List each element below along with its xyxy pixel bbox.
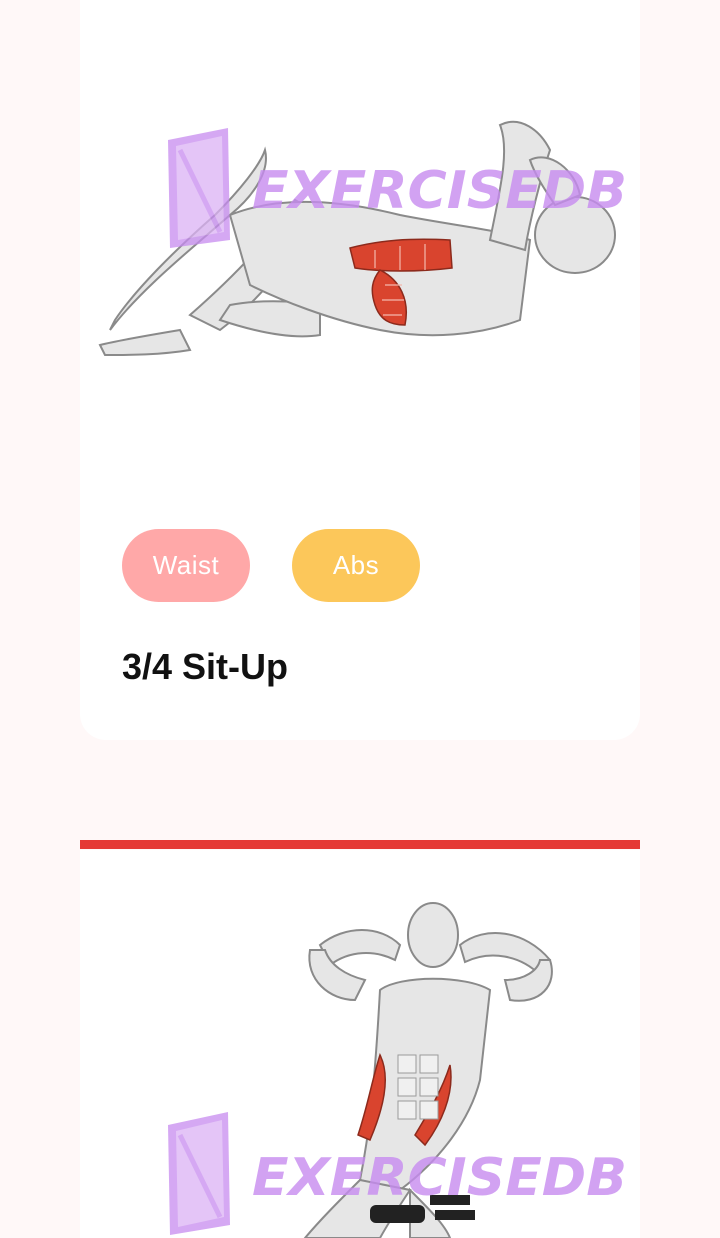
divider — [80, 840, 640, 849]
watermark-text: EXERCISEDB — [252, 161, 627, 221]
exercisedb-logo-icon — [168, 128, 230, 248]
exercise-image-card[interactable]: EXERCISEDB — [80, 0, 640, 540]
exercise-image-card[interactable]: EXERCISEDB — [80, 850, 640, 1238]
exercise-info-card[interactable]: Waist Abs 3/4 Sit-Up — [80, 508, 640, 740]
exercise-name: 3/4 Sit-Up — [122, 646, 289, 687]
exercisedb-logo-icon — [168, 1112, 230, 1235]
watermark-text: EXERCISEDB — [252, 1148, 627, 1208]
exercise-illustration: EXERCISEDB — [168, 902, 627, 1238]
exercise-illustration: EXERCISEDB — [98, 120, 627, 357]
body-part-chip[interactable]: Waist — [122, 529, 250, 602]
target-muscle-chip[interactable]: Abs — [292, 529, 420, 602]
